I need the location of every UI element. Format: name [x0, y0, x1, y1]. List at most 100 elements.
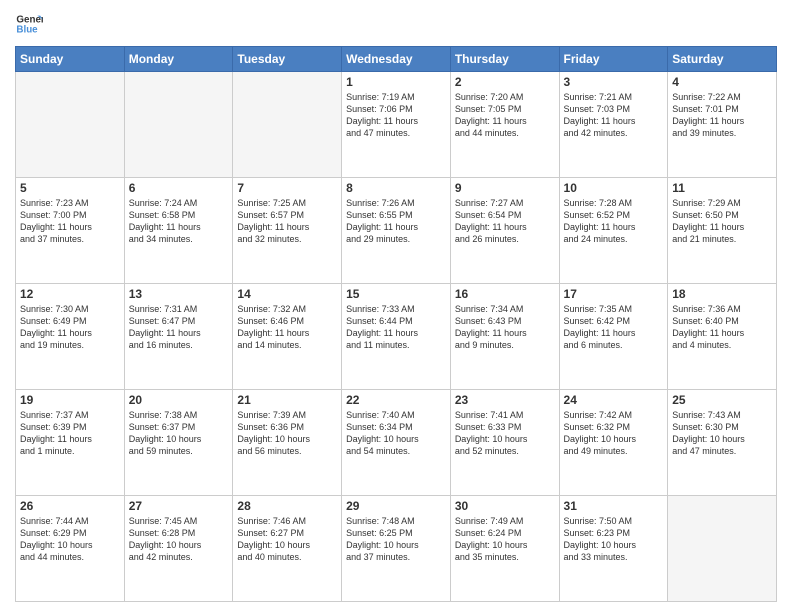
- day-number: 6: [129, 181, 229, 195]
- calendar-cell: 20Sunrise: 7:38 AM Sunset: 6:37 PM Dayli…: [124, 390, 233, 496]
- cell-info: Sunrise: 7:32 AM Sunset: 6:46 PM Dayligh…: [237, 303, 337, 352]
- cell-info: Sunrise: 7:46 AM Sunset: 6:27 PM Dayligh…: [237, 515, 337, 564]
- day-number: 2: [455, 75, 555, 89]
- day-number: 26: [20, 499, 120, 513]
- cell-info: Sunrise: 7:40 AM Sunset: 6:34 PM Dayligh…: [346, 409, 446, 458]
- cell-info: Sunrise: 7:41 AM Sunset: 6:33 PM Dayligh…: [455, 409, 555, 458]
- calendar-week-row: 12 Sunrise: 7:30 AM Sunset: 6:49 PM Dayli…: [16, 284, 777, 390]
- cell-info: Sunrise: 7:45 AM Sunset: 6:28 PM Dayligh…: [129, 515, 229, 564]
- cell-info: Sunrise: 7:25 AM Sunset: 6:57 PM Dayligh…: [237, 197, 337, 246]
- cell-info: Sunrise: 7:26 AM Sunset: 6:55 PM Dayligh…: [346, 197, 446, 246]
- weekday-header: Saturday: [668, 47, 777, 72]
- day-number: 31: [564, 499, 664, 513]
- cell-info: Sunrise: 7:19 AM Sunset: 7:06 PM Dayligh…: [346, 91, 446, 140]
- day-number: 11: [672, 181, 772, 195]
- cell-info: Sunrise: 7:34 AM Sunset: 6:43 PM Dayligh…: [455, 303, 555, 352]
- cell-info: Sunrise: 7:29 AM Sunset: 6:50 PM Dayligh…: [672, 197, 772, 246]
- calendar-week-row: 1 Sunrise: 7:19 AM Sunset: 7:06 PM Daylig…: [16, 72, 777, 178]
- calendar-cell: 3 Sunrise: 7:21 AM Sunset: 7:03 PM Daylig…: [559, 72, 668, 178]
- calendar-cell: 4 Sunrise: 7:22 AM Sunset: 7:01 PM Daylig…: [668, 72, 777, 178]
- day-number: 10: [564, 181, 664, 195]
- calendar-cell: 8Sunrise: 7:26 AM Sunset: 6:55 PM Daylig…: [342, 178, 451, 284]
- calendar-cell: 25Sunrise: 7:43 AM Sunset: 6:30 PM Dayli…: [668, 390, 777, 496]
- day-number: 9: [455, 181, 555, 195]
- calendar-cell: 19 Sunrise: 7:37 AM Sunset: 6:39 PM Dayli…: [16, 390, 125, 496]
- day-number: 23: [455, 393, 555, 407]
- calendar-cell: 23 Sunrise: 7:41 AM Sunset: 6:33 PM Dayli…: [450, 390, 559, 496]
- calendar-cell: 24 Sunrise: 7:42 AM Sunset: 6:32 PM Dayli…: [559, 390, 668, 496]
- calendar-cell: 10 Sunrise: 7:28 AM Sunset: 6:52 PM Dayli…: [559, 178, 668, 284]
- calendar-cell: 21Sunrise: 7:39 AM Sunset: 6:36 PM Dayli…: [233, 390, 342, 496]
- calendar-cell: 27 Sunrise: 7:45 AM Sunset: 6:28 PM Dayli…: [124, 496, 233, 602]
- calendar-cell: [16, 72, 125, 178]
- day-number: 12: [20, 287, 120, 301]
- cell-info: Sunrise: 7:23 AM Sunset: 7:00 PM Dayligh…: [20, 197, 120, 246]
- day-number: 19: [20, 393, 120, 407]
- header: General Blue: [15, 10, 777, 38]
- cell-info: Sunrise: 7:36 AM Sunset: 6:40 PM Dayligh…: [672, 303, 772, 352]
- day-number: 22: [346, 393, 446, 407]
- calendar-cell: 7 Sunrise: 7:25 AM Sunset: 6:57 PM Daylig…: [233, 178, 342, 284]
- cell-info: Sunrise: 7:35 AM Sunset: 6:42 PM Dayligh…: [564, 303, 664, 352]
- calendar-cell: 5 Sunrise: 7:23 AM Sunset: 7:00 PM Daylig…: [16, 178, 125, 284]
- weekday-header: Thursday: [450, 47, 559, 72]
- day-number: 7: [237, 181, 337, 195]
- day-number: 24: [564, 393, 664, 407]
- calendar-cell: 28 Sunrise: 7:46 AM Sunset: 6:27 PM Dayli…: [233, 496, 342, 602]
- cell-info: Sunrise: 7:43 AM Sunset: 6:30 PM Dayligh…: [672, 409, 772, 458]
- calendar-cell: 11 Sunrise: 7:29 AM Sunset: 6:50 PM Dayli…: [668, 178, 777, 284]
- day-number: 1: [346, 75, 446, 89]
- day-number: 30: [455, 499, 555, 513]
- cell-info: Sunrise: 7:33 AM Sunset: 6:44 PM Dayligh…: [346, 303, 446, 352]
- cell-info: Sunrise: 7:42 AM Sunset: 6:32 PM Dayligh…: [564, 409, 664, 458]
- cell-info: Sunrise: 7:48 AM Sunset: 6:25 PM Dayligh…: [346, 515, 446, 564]
- calendar-cell: [233, 72, 342, 178]
- weekday-header: Tuesday: [233, 47, 342, 72]
- cell-info: Sunrise: 7:38 AM Sunset: 6:37 PM Dayligh…: [129, 409, 229, 458]
- day-number: 3: [564, 75, 664, 89]
- logo-icon: General Blue: [15, 10, 43, 38]
- cell-info: Sunrise: 7:39 AM Sunset: 6:36 PM Dayligh…: [237, 409, 337, 458]
- cell-info: Sunrise: 7:21 AM Sunset: 7:03 PM Dayligh…: [564, 91, 664, 140]
- day-number: 28: [237, 499, 337, 513]
- calendar-cell: 31 Sunrise: 7:50 AM Sunset: 6:23 PM Dayli…: [559, 496, 668, 602]
- cell-info: Sunrise: 7:30 AM Sunset: 6:49 PM Dayligh…: [20, 303, 120, 352]
- day-number: 14: [237, 287, 337, 301]
- cell-info: Sunrise: 7:37 AM Sunset: 6:39 PM Dayligh…: [20, 409, 120, 458]
- cell-info: Sunrise: 7:27 AM Sunset: 6:54 PM Dayligh…: [455, 197, 555, 246]
- cell-info: Sunrise: 7:24 AM Sunset: 6:58 PM Dayligh…: [129, 197, 229, 246]
- calendar-cell: 17 Sunrise: 7:35 AM Sunset: 6:42 PM Dayli…: [559, 284, 668, 390]
- day-number: 5: [20, 181, 120, 195]
- calendar-cell: 15 Sunrise: 7:33 AM Sunset: 6:44 PM Dayli…: [342, 284, 451, 390]
- weekday-header: Monday: [124, 47, 233, 72]
- logo: General Blue: [15, 10, 47, 38]
- calendar-cell: 16 Sunrise: 7:34 AM Sunset: 6:43 PM Dayli…: [450, 284, 559, 390]
- weekday-header: Friday: [559, 47, 668, 72]
- svg-text:Blue: Blue: [16, 24, 38, 35]
- day-number: 13: [129, 287, 229, 301]
- cell-info: Sunrise: 7:31 AM Sunset: 6:47 PM Dayligh…: [129, 303, 229, 352]
- day-number: 27: [129, 499, 229, 513]
- cell-info: Sunrise: 7:50 AM Sunset: 6:23 PM Dayligh…: [564, 515, 664, 564]
- cell-info: Sunrise: 7:49 AM Sunset: 6:24 PM Dayligh…: [455, 515, 555, 564]
- weekday-header: Wednesday: [342, 47, 451, 72]
- calendar-cell: 14 Sunrise: 7:32 AM Sunset: 6:46 PM Dayli…: [233, 284, 342, 390]
- calendar-cell: [124, 72, 233, 178]
- calendar-week-row: 26Sunrise: 7:44 AM Sunset: 6:29 PM Dayli…: [16, 496, 777, 602]
- day-number: 18: [672, 287, 772, 301]
- calendar-cell: 29 Sunrise: 7:48 AM Sunset: 6:25 PM Dayli…: [342, 496, 451, 602]
- day-number: 29: [346, 499, 446, 513]
- calendar-cell: 30 Sunrise: 7:49 AM Sunset: 6:24 PM Dayli…: [450, 496, 559, 602]
- calendar-header-row: SundayMondayTuesdayWednesdayThursdayFrid…: [16, 47, 777, 72]
- calendar-cell: 26Sunrise: 7:44 AM Sunset: 6:29 PM Dayli…: [16, 496, 125, 602]
- day-number: 16: [455, 287, 555, 301]
- day-number: 4: [672, 75, 772, 89]
- cell-info: Sunrise: 7:28 AM Sunset: 6:52 PM Dayligh…: [564, 197, 664, 246]
- calendar-cell: 6 Sunrise: 7:24 AM Sunset: 6:58 PM Daylig…: [124, 178, 233, 284]
- day-number: 15: [346, 287, 446, 301]
- calendar-cell: 1 Sunrise: 7:19 AM Sunset: 7:06 PM Daylig…: [342, 72, 451, 178]
- page: General Blue SundayMondayTuesdayWednesda…: [0, 0, 792, 612]
- cell-info: Sunrise: 7:22 AM Sunset: 7:01 PM Dayligh…: [672, 91, 772, 140]
- cell-info: Sunrise: 7:20 AM Sunset: 7:05 PM Dayligh…: [455, 91, 555, 140]
- day-number: 17: [564, 287, 664, 301]
